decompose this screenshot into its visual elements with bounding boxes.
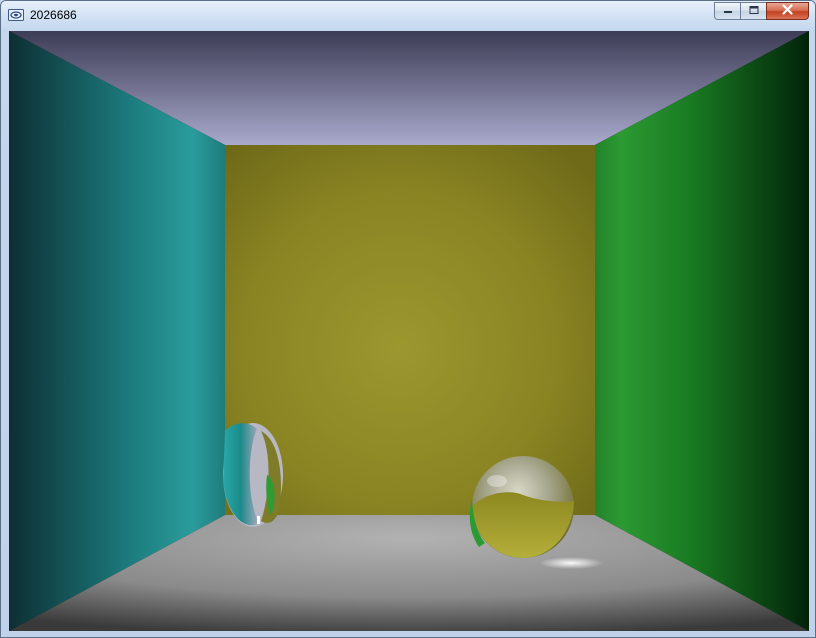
title-bar[interactable]: 2026686 — [1, 1, 815, 30]
close-icon — [782, 4, 793, 18]
app-icon[interactable] — [8, 8, 24, 22]
close-button[interactable] — [766, 2, 809, 20]
maximize-icon — [749, 5, 759, 18]
caption-buttons — [714, 2, 809, 21]
maximize-button[interactable] — [740, 2, 766, 20]
window-title: 2026686 — [30, 8, 77, 22]
floor-highlight — [539, 557, 603, 569]
app-window: 2026686 — [0, 0, 816, 638]
minimize-icon — [723, 5, 733, 18]
render-viewport[interactable] — [9, 31, 809, 631]
mirror-sphere-left — [223, 423, 283, 527]
cornell-box-render — [9, 31, 809, 631]
minimize-button[interactable] — [714, 2, 740, 20]
